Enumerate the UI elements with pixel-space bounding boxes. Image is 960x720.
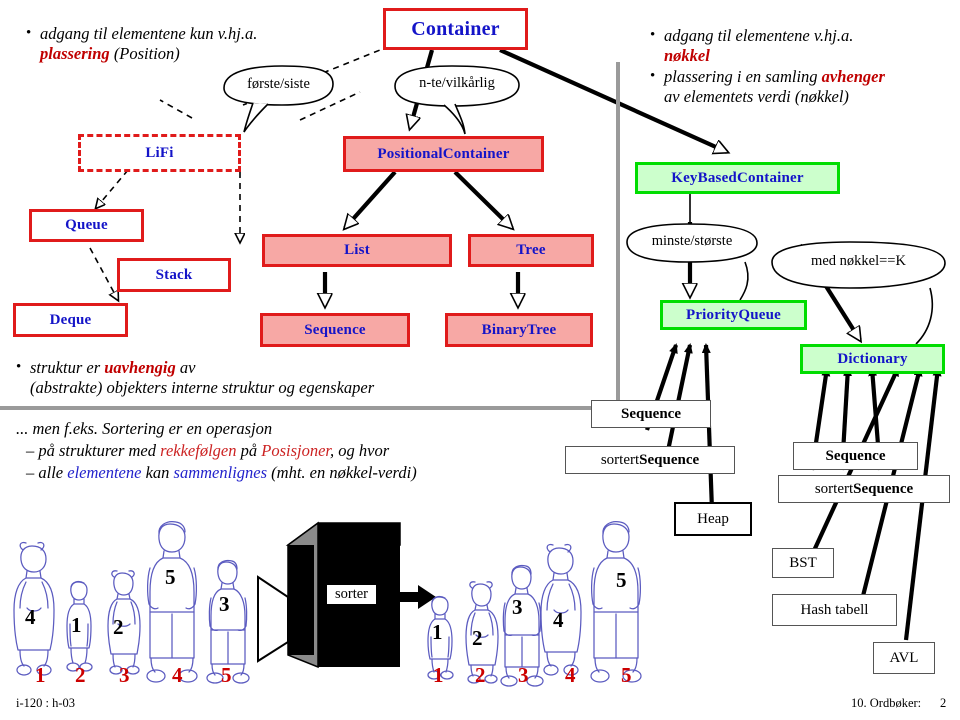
- person-figure: [590, 520, 642, 683]
- input-position-2: 2: [75, 663, 86, 688]
- output-value-2: 2: [472, 626, 483, 651]
- output-value-text-2: 2: [472, 626, 483, 650]
- output-value-1: 1: [432, 620, 443, 645]
- input-value-text-3: 2: [113, 615, 124, 639]
- output-value-text-4: 4: [553, 608, 564, 632]
- person-figure: [146, 520, 198, 683]
- input-value-text-5: 3: [219, 592, 230, 616]
- input-position-4: 4: [172, 663, 183, 688]
- input-pos-text-1: 1: [35, 663, 46, 687]
- bubble-med-nokkel: med nøkkel==K: [772, 253, 945, 270]
- input-position-5: 5: [221, 663, 232, 688]
- output-pos-text-3: 3: [518, 663, 529, 687]
- bubble-forste-siste: første/siste: [224, 76, 333, 93]
- input-value-1: 4: [25, 605, 36, 630]
- input-value-text-1: 4: [25, 605, 36, 629]
- footer-page-text: 2: [940, 696, 947, 710]
- input-value-5: 3: [219, 592, 230, 617]
- input-pos-text-4: 4: [172, 663, 183, 687]
- output-value-text-5: 5: [616, 568, 627, 592]
- output-value-text-3: 3: [512, 595, 523, 619]
- output-position-5: 5: [621, 663, 632, 688]
- bubble-nte-vilkarlig: n-te/vilkårlig: [395, 75, 519, 92]
- output-value-5: 5: [616, 568, 627, 593]
- input-value-2: 1: [71, 613, 82, 638]
- output-position-1: 1: [433, 663, 444, 688]
- output-value-text-1: 1: [432, 620, 443, 644]
- footer-left-text: i-120 : h-03: [16, 696, 76, 710]
- input-pos-text-3: 3: [119, 663, 130, 687]
- footer-right-text: 10. Ordbøker:: [851, 696, 922, 710]
- footer-left: i-120 : h-03: [16, 696, 75, 711]
- bubble-label-forste-siste: første/siste: [247, 76, 310, 92]
- bubble-label-nte-vilkarlig: n-te/vilkårlig: [419, 75, 495, 91]
- bubble-label-minste-storste: minste/største: [651, 233, 733, 249]
- slide-canvas: adgang til elementene kun v.hj.a. plasse…: [0, 0, 960, 720]
- bubble-label-med-nokkel: med nøkkel==K: [811, 253, 906, 269]
- output-pos-text-2: 2: [475, 663, 486, 687]
- input-value-text-4: 5: [165, 565, 176, 589]
- input-pos-text-5: 5: [221, 663, 232, 687]
- input-value-3: 2: [113, 615, 124, 640]
- input-pos-text-2: 2: [75, 663, 86, 687]
- footer-right: 10. Ordbøker:: [851, 696, 921, 711]
- sorter-illustration: [13, 520, 642, 687]
- sorter-machine-label: sorter: [326, 584, 378, 605]
- output-pos-text-5: 5: [621, 663, 632, 687]
- output-position-2: 2: [475, 663, 486, 688]
- footer-page-number: 2: [940, 696, 946, 711]
- output-position-4: 4: [565, 663, 576, 688]
- input-value-text-2: 1: [71, 613, 82, 637]
- output-pos-text-1: 1: [433, 663, 444, 687]
- output-value-3: 3: [512, 595, 523, 620]
- input-value-4: 5: [165, 565, 176, 590]
- bubble-minste-storste: minste/største: [627, 233, 757, 250]
- output-pos-text-4: 4: [565, 663, 576, 687]
- output-value-4: 4: [553, 608, 564, 633]
- input-position-3: 3: [119, 663, 130, 688]
- sorter-label-text: sorter: [335, 586, 369, 602]
- input-position-1: 1: [35, 663, 46, 688]
- output-position-3: 3: [518, 663, 529, 688]
